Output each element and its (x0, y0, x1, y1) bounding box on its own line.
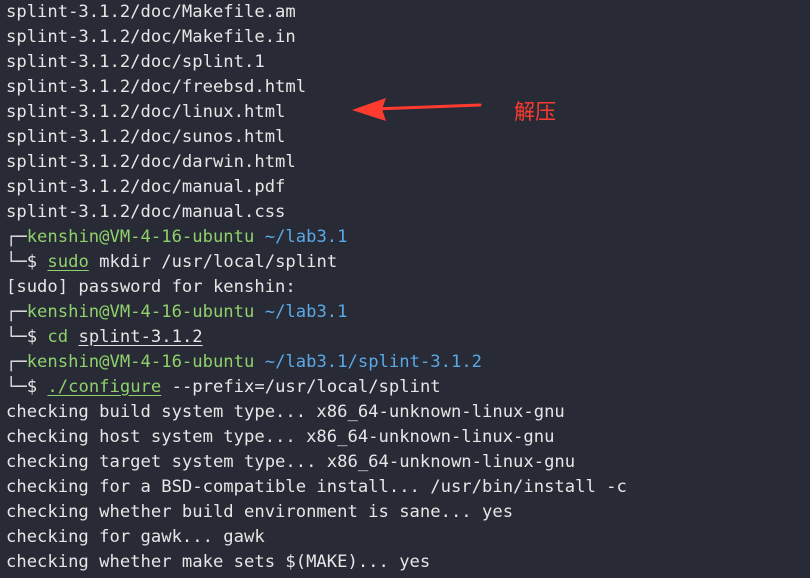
prompt-corner-bottom-icon: └─ (6, 327, 27, 347)
prompt-corner-top-icon: ┌─ (6, 302, 27, 322)
prompt-corner-bottom-icon: └─ (6, 252, 27, 272)
output-line: splint-3.1.2/doc/manual.css (6, 202, 286, 222)
prompt-user-host: kenshin@VM-4-16-ubuntu (26, 302, 255, 322)
prompt-dollar: $ (26, 252, 38, 272)
command-name: cd (47, 327, 69, 347)
output-line: splint-3.1.2/doc/Makefile.in (6, 27, 296, 47)
terminal-window[interactable]: splint-3.1.2/doc/Makefile.am splint-3.1.… (0, 0, 810, 578)
output-line: splint-3.1.2/doc/sunos.html (6, 127, 286, 147)
prompt-dollar: $ (26, 327, 38, 347)
command-line: └─$ sudo mkdir /usr/local/splint (6, 250, 337, 275)
prompt-path: ~/lab3.1/splint-3.1.2 (264, 352, 483, 372)
output-line: splint-3.1.2/doc/freebsd.html (6, 77, 307, 97)
prompt-corner-top-icon: ┌─ (6, 352, 27, 372)
annotation-arrow-icon (352, 98, 482, 121)
output-line: splint-3.1.2/doc/darwin.html (6, 152, 296, 172)
output-line: splint-3.1.2/doc/Makefile.am (6, 2, 296, 22)
prompt-path: ~/lab3.1 (264, 227, 348, 247)
command-name: sudo (47, 252, 89, 272)
output-line: checking for gawk... gawk (6, 527, 265, 547)
sudo-password-prompt: [sudo] password for kenshin: (6, 277, 296, 297)
annotation-label: 解压 (514, 100, 556, 124)
output-line: checking build system type... x86_64-unk… (6, 402, 565, 422)
output-line: splint-3.1.2/doc/manual.pdf (6, 177, 286, 197)
command-args: splint-3.1.2 (78, 327, 203, 347)
prompt-corner-bottom-icon: └─ (6, 377, 27, 397)
prompt-line: ┌─kenshin@VM-4-16-ubuntu ~/lab3.1 (6, 225, 348, 250)
output-line: checking host system type... x86_64-unkn… (6, 427, 555, 447)
prompt-user-host: kenshin@VM-4-16-ubuntu (26, 227, 255, 247)
prompt-line: ┌─kenshin@VM-4-16-ubuntu ~/lab3.1/splint… (6, 350, 482, 375)
prompt-corner-top-icon: ┌─ (6, 227, 27, 247)
prompt-dollar: $ (26, 377, 38, 397)
command-name: ./configure (47, 377, 162, 397)
output-line: splint-3.1.2/doc/splint.1 (6, 52, 265, 72)
output-line: splint-3.1.2/doc/linux.html (6, 102, 286, 122)
output-line: checking whether make sets $(MAKE)... ye… (6, 552, 431, 572)
output-line: checking target system type... x86_64-un… (6, 452, 576, 472)
command-line: └─$ ./configure --prefix=/usr/local/spli… (6, 375, 441, 400)
command-args: mkdir /usr/local/splint (88, 252, 338, 272)
output-line: checking whether build environment is sa… (6, 502, 514, 522)
prompt-user-host: kenshin@VM-4-16-ubuntu (26, 352, 255, 372)
prompt-line: ┌─kenshin@VM-4-16-ubuntu ~/lab3.1 (6, 300, 348, 325)
command-args: --prefix=/usr/local/splint (161, 377, 441, 397)
output-line: checking for a BSD-compatible install...… (6, 477, 627, 497)
command-line: └─$ cd splint-3.1.2 (6, 325, 203, 350)
prompt-path: ~/lab3.1 (264, 302, 348, 322)
